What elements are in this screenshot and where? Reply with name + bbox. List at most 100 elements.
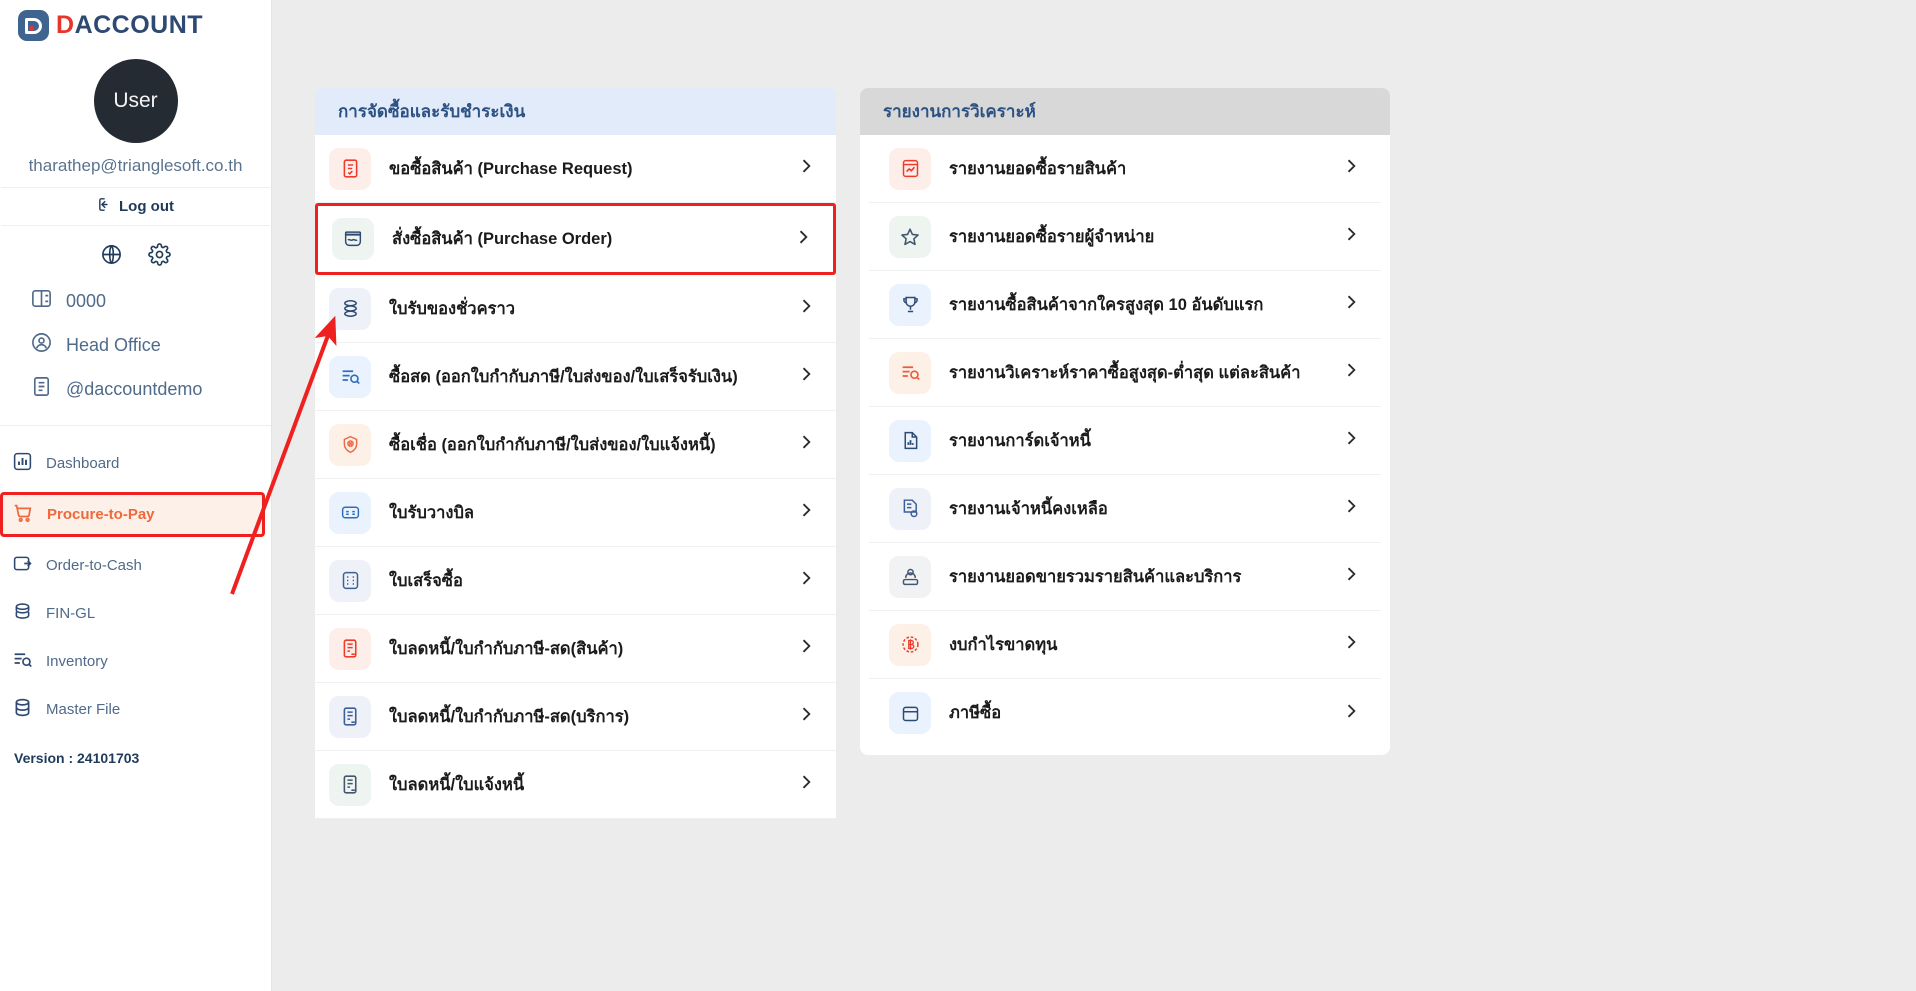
list-search-icon <box>12 649 33 674</box>
list-item-temporary-receipt[interactable]: ใบรับของชั่วคราว <box>315 275 836 343</box>
version-label: Version : 24101703 <box>14 750 140 766</box>
meta-item-branch-code[interactable]: 0000 <box>30 279 271 323</box>
list-item-purchase-receipt[interactable]: ใบเสร็จซื้อ <box>315 547 836 615</box>
shopping-cart-icon <box>12 502 34 528</box>
meta-item-tenant[interactable]: @daccountdemo <box>30 367 271 411</box>
chevron-right-icon <box>1341 156 1361 181</box>
sidebar-item-procure-to-pay[interactable]: Procure-to-Pay <box>0 492 265 537</box>
tax-box-icon <box>889 692 931 734</box>
list-item-label: ใบรับวางบิล <box>389 503 475 522</box>
list-item-label: รายงานการ์ดเจ้าหนี้ <box>949 431 1091 450</box>
list-item-purchase-by-product-report[interactable]: รายงานยอดซื้อรายสินค้า <box>869 135 1381 203</box>
sidebar-item-order-to-cash[interactable]: Order-to-Cash <box>0 546 271 585</box>
list-item-credit-note-invoice[interactable]: ใบลดหนี้/ใบแจ้งหนี้ <box>315 751 836 819</box>
primary-nav: Dashboard Procure-to-Pay Order-to-Cash F… <box>0 426 271 729</box>
sidebar-item-label: Inventory <box>46 653 108 670</box>
list-item-credit-note-goods[interactable]: ใบลดหนี้/ใบกำกับภาษี-สด(สินค้า) <box>315 615 836 683</box>
list-search-icon <box>329 355 371 398</box>
list-item-purchase-order[interactable]: สั่งซื้อสินค้า (Purchase Order) <box>315 203 836 275</box>
chevron-right-icon <box>796 156 816 181</box>
list-item-label: ใบลดหนี้/ใบแจ้งหนี้ <box>389 775 525 794</box>
panel-analytics-title: รายงานการวิเคราะห์ <box>860 88 1390 135</box>
chevron-right-icon <box>796 636 816 661</box>
panel-analytics-reports: รายงานการวิเคราะห์ รายงานยอดซื้อรายสินค้… <box>860 88 1390 755</box>
list-search-icon <box>889 351 931 394</box>
list-item-cash-purchase[interactable]: ซื้อสด (ออกใบกำกับภาษี/ใบส่งของ/ใบเสร็จร… <box>315 343 836 411</box>
logo-wordmark-account: ACCOUNT <box>74 11 204 39</box>
sidebar: DACCOUNT User tharathep@trianglesoft.co.… <box>0 0 272 991</box>
sidebar-item-label: Dashboard <box>46 455 120 472</box>
chevron-right-icon <box>796 568 816 593</box>
sidebar-item-label: Master File <box>46 701 121 718</box>
document-chart-icon <box>889 419 931 462</box>
sidebar-item-inventory[interactable]: Inventory <box>0 642 271 681</box>
list-item-total-sales-report[interactable]: รายงานยอดขายรวมรายสินค้าและบริการ <box>869 543 1381 611</box>
sidebar-item-label: FIN-GL <box>46 605 96 622</box>
chevron-right-icon <box>1341 360 1361 385</box>
list-item-label: รายงานวิเคราะห์ราคาซื้อสูงสุด-ต่ำสุด แต่… <box>949 363 1301 382</box>
database-icon <box>12 697 33 722</box>
chevron-right-icon <box>796 296 816 321</box>
list-item-label: ใบลดหนี้/ใบกำกับภาษี-สด(สินค้า) <box>389 639 624 658</box>
list-item-label: ซื้อสด (ออกใบกำกับภาษี/ใบส่งของ/ใบเสร็จร… <box>389 367 738 386</box>
purchase-order-icon <box>332 218 374 260</box>
list-item-label: รายงานยอดซื้อรายผู้จำหน่าย <box>949 227 1155 246</box>
coins-icon <box>12 601 33 626</box>
chevron-right-icon <box>1341 564 1361 589</box>
logout-label: Log out <box>119 198 174 215</box>
report-chart-icon <box>889 147 931 190</box>
credit-note-icon <box>329 695 371 738</box>
chevron-right-icon <box>796 500 816 525</box>
list-item-billing-receipt[interactable]: ใบรับวางบิล <box>315 479 836 547</box>
list-item-purchase-request[interactable]: ขอซื้อสินค้า (Purchase Request) <box>315 135 836 203</box>
daccount-logo-icon <box>18 10 49 41</box>
globe-icon[interactable] <box>100 243 123 266</box>
sidebar-item-label: Order-to-Cash <box>46 557 142 574</box>
meta-item-label: Head Office <box>66 334 161 355</box>
logo-wordmark-d: D <box>56 11 75 39</box>
user-circle-icon <box>30 331 53 359</box>
list-item-credit-note-services[interactable]: ใบลดหนี้/ใบกำกับภาษี-สด(บริการ) <box>315 683 836 751</box>
sidebar-item-dashboard[interactable]: Dashboard <box>0 444 271 483</box>
meta-item-label: 0000 <box>66 290 107 311</box>
app-logo[interactable]: DACCOUNT <box>0 0 271 47</box>
chevron-right-icon <box>1341 292 1361 317</box>
list-item-input-tax[interactable]: ภาษีซื้อ <box>869 679 1381 747</box>
credit-note-icon <box>329 763 371 806</box>
list-item-label: รายงานยอดขายรวมรายสินค้าและบริการ <box>949 567 1242 586</box>
chevron-right-icon <box>1341 701 1361 726</box>
credit-note-icon <box>329 627 371 670</box>
list-item-creditor-card-report[interactable]: รายงานการ์ดเจ้าหนี้ <box>869 407 1381 475</box>
sidebar-item-label: Procure-to-Pay <box>47 506 155 523</box>
chevron-right-icon <box>796 772 816 797</box>
logo-wordmark: DACCOUNT <box>56 13 203 38</box>
procurement-list: ขอซื้อสินค้า (Purchase Request) สั่งซื้อ… <box>315 135 836 819</box>
list-item-label: งบกำไรขาดทุน <box>949 635 1058 654</box>
list-item-purchase-by-vendor-report[interactable]: รายงานยอดซื้อรายผู้จำหน่าย <box>869 203 1381 271</box>
list-item-profit-loss-statement[interactable]: งบกำไรขาดทุน <box>869 611 1381 679</box>
list-item-price-analysis-report[interactable]: รายงานวิเคราะห์ราคาซื้อสูงสุด-ต่ำสุด แต่… <box>869 339 1381 407</box>
star-icon <box>889 215 931 258</box>
logout-button[interactable]: Log out <box>1 187 270 226</box>
meta-list: 0000 Head Office @daccountdemo <box>0 275 271 426</box>
panel-procurement: การจัดซื้อและรับชำระเงิน ขอซื้อสินค้า (P… <box>315 88 836 819</box>
chevron-right-icon <box>796 704 816 729</box>
trophy-icon <box>889 283 931 326</box>
meta-item-head-office[interactable]: Head Office <box>30 323 271 367</box>
avatar[interactable]: User <box>93 59 178 143</box>
stack-icon <box>329 287 371 330</box>
meta-item-label: @daccountdemo <box>66 378 203 399</box>
gear-icon[interactable] <box>148 243 171 266</box>
sidebar-item-master-file[interactable]: Master File <box>0 690 271 729</box>
book-icon <box>30 287 53 315</box>
list-item-label: ใบรับของชั่วคราว <box>389 299 516 318</box>
chevron-right-icon <box>1341 496 1361 521</box>
list-item-top10-suppliers-report[interactable]: รายงานซื้อสินค้าจากใครสูงสุด 10 อันดับแร… <box>869 271 1381 339</box>
list-item-label: รายงานเจ้าหนี้คงเหลือ <box>949 499 1108 518</box>
list-item-label: ซื้อเชื่อ (ออกใบกำกับภาษี/ใบส่งของ/ใบแจ้… <box>389 435 716 454</box>
list-item-creditor-balance-report[interactable]: รายงานเจ้าหนี้คงเหลือ <box>869 475 1381 543</box>
sidebar-item-fin-gl[interactable]: FIN-GL <box>0 594 271 633</box>
list-item-credit-purchase[interactable]: ซื้อเชื่อ (ออกใบกำกับภาษี/ใบส่งของ/ใบแจ้… <box>315 411 836 479</box>
panel-procurement-title: การจัดซื้อและรับชำระเงิน <box>315 88 836 135</box>
list-item-label: สั่งซื้อสินค้า (Purchase Order) <box>392 230 613 248</box>
